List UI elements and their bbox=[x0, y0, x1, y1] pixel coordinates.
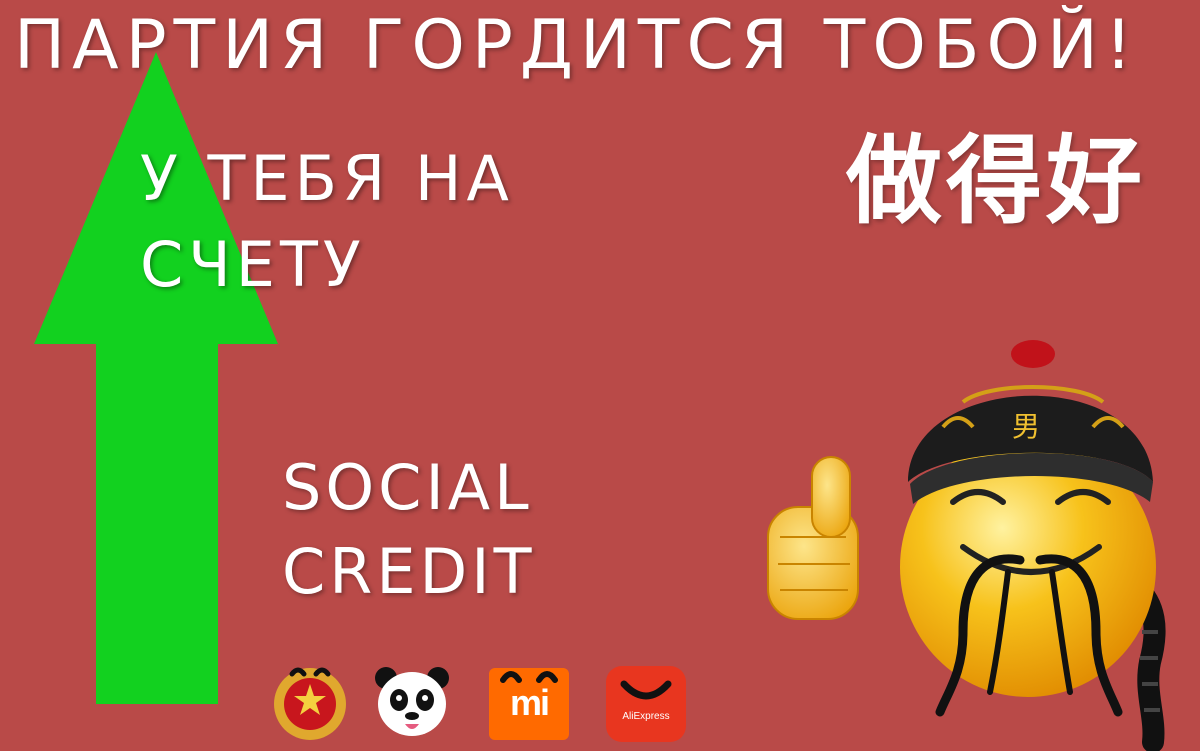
national-emblem-icon bbox=[274, 667, 346, 740]
headline: ПАРТИЯ ГОРДИТСЯ ТОБОЙ! bbox=[14, 6, 1140, 85]
social-credit-line2: CREDIT bbox=[282, 535, 536, 608]
social-credit-line1: SOCIAL bbox=[282, 451, 533, 524]
panda-badge bbox=[372, 662, 452, 742]
counter-label-line1: У ТЕБЯ НА bbox=[140, 142, 514, 215]
panda-icon bbox=[375, 667, 449, 736]
hat-character: 男 bbox=[1012, 410, 1040, 443]
chinese-caption: 做得好 bbox=[846, 125, 1146, 237]
thumbs-up-icon bbox=[767, 456, 859, 620]
xiaomi-badge: mi bbox=[489, 662, 569, 742]
aliexpress-badge: AliExpress bbox=[606, 662, 686, 742]
credit-counter-label: У ТЕБЯ НА СЧЕТУ bbox=[140, 136, 600, 308]
social-credit-label: SOCIAL CREDIT bbox=[282, 446, 535, 614]
national-emblem-badge bbox=[270, 662, 350, 742]
aliexpress-logo-icon bbox=[606, 666, 686, 742]
aliexpress-label: AliExpress bbox=[622, 711, 670, 722]
counter-label-line2: СЧЕТУ bbox=[140, 228, 366, 301]
emperor-emoji-icon: 男 bbox=[767, 340, 1166, 751]
xiaomi-label: mi bbox=[509, 682, 550, 723]
